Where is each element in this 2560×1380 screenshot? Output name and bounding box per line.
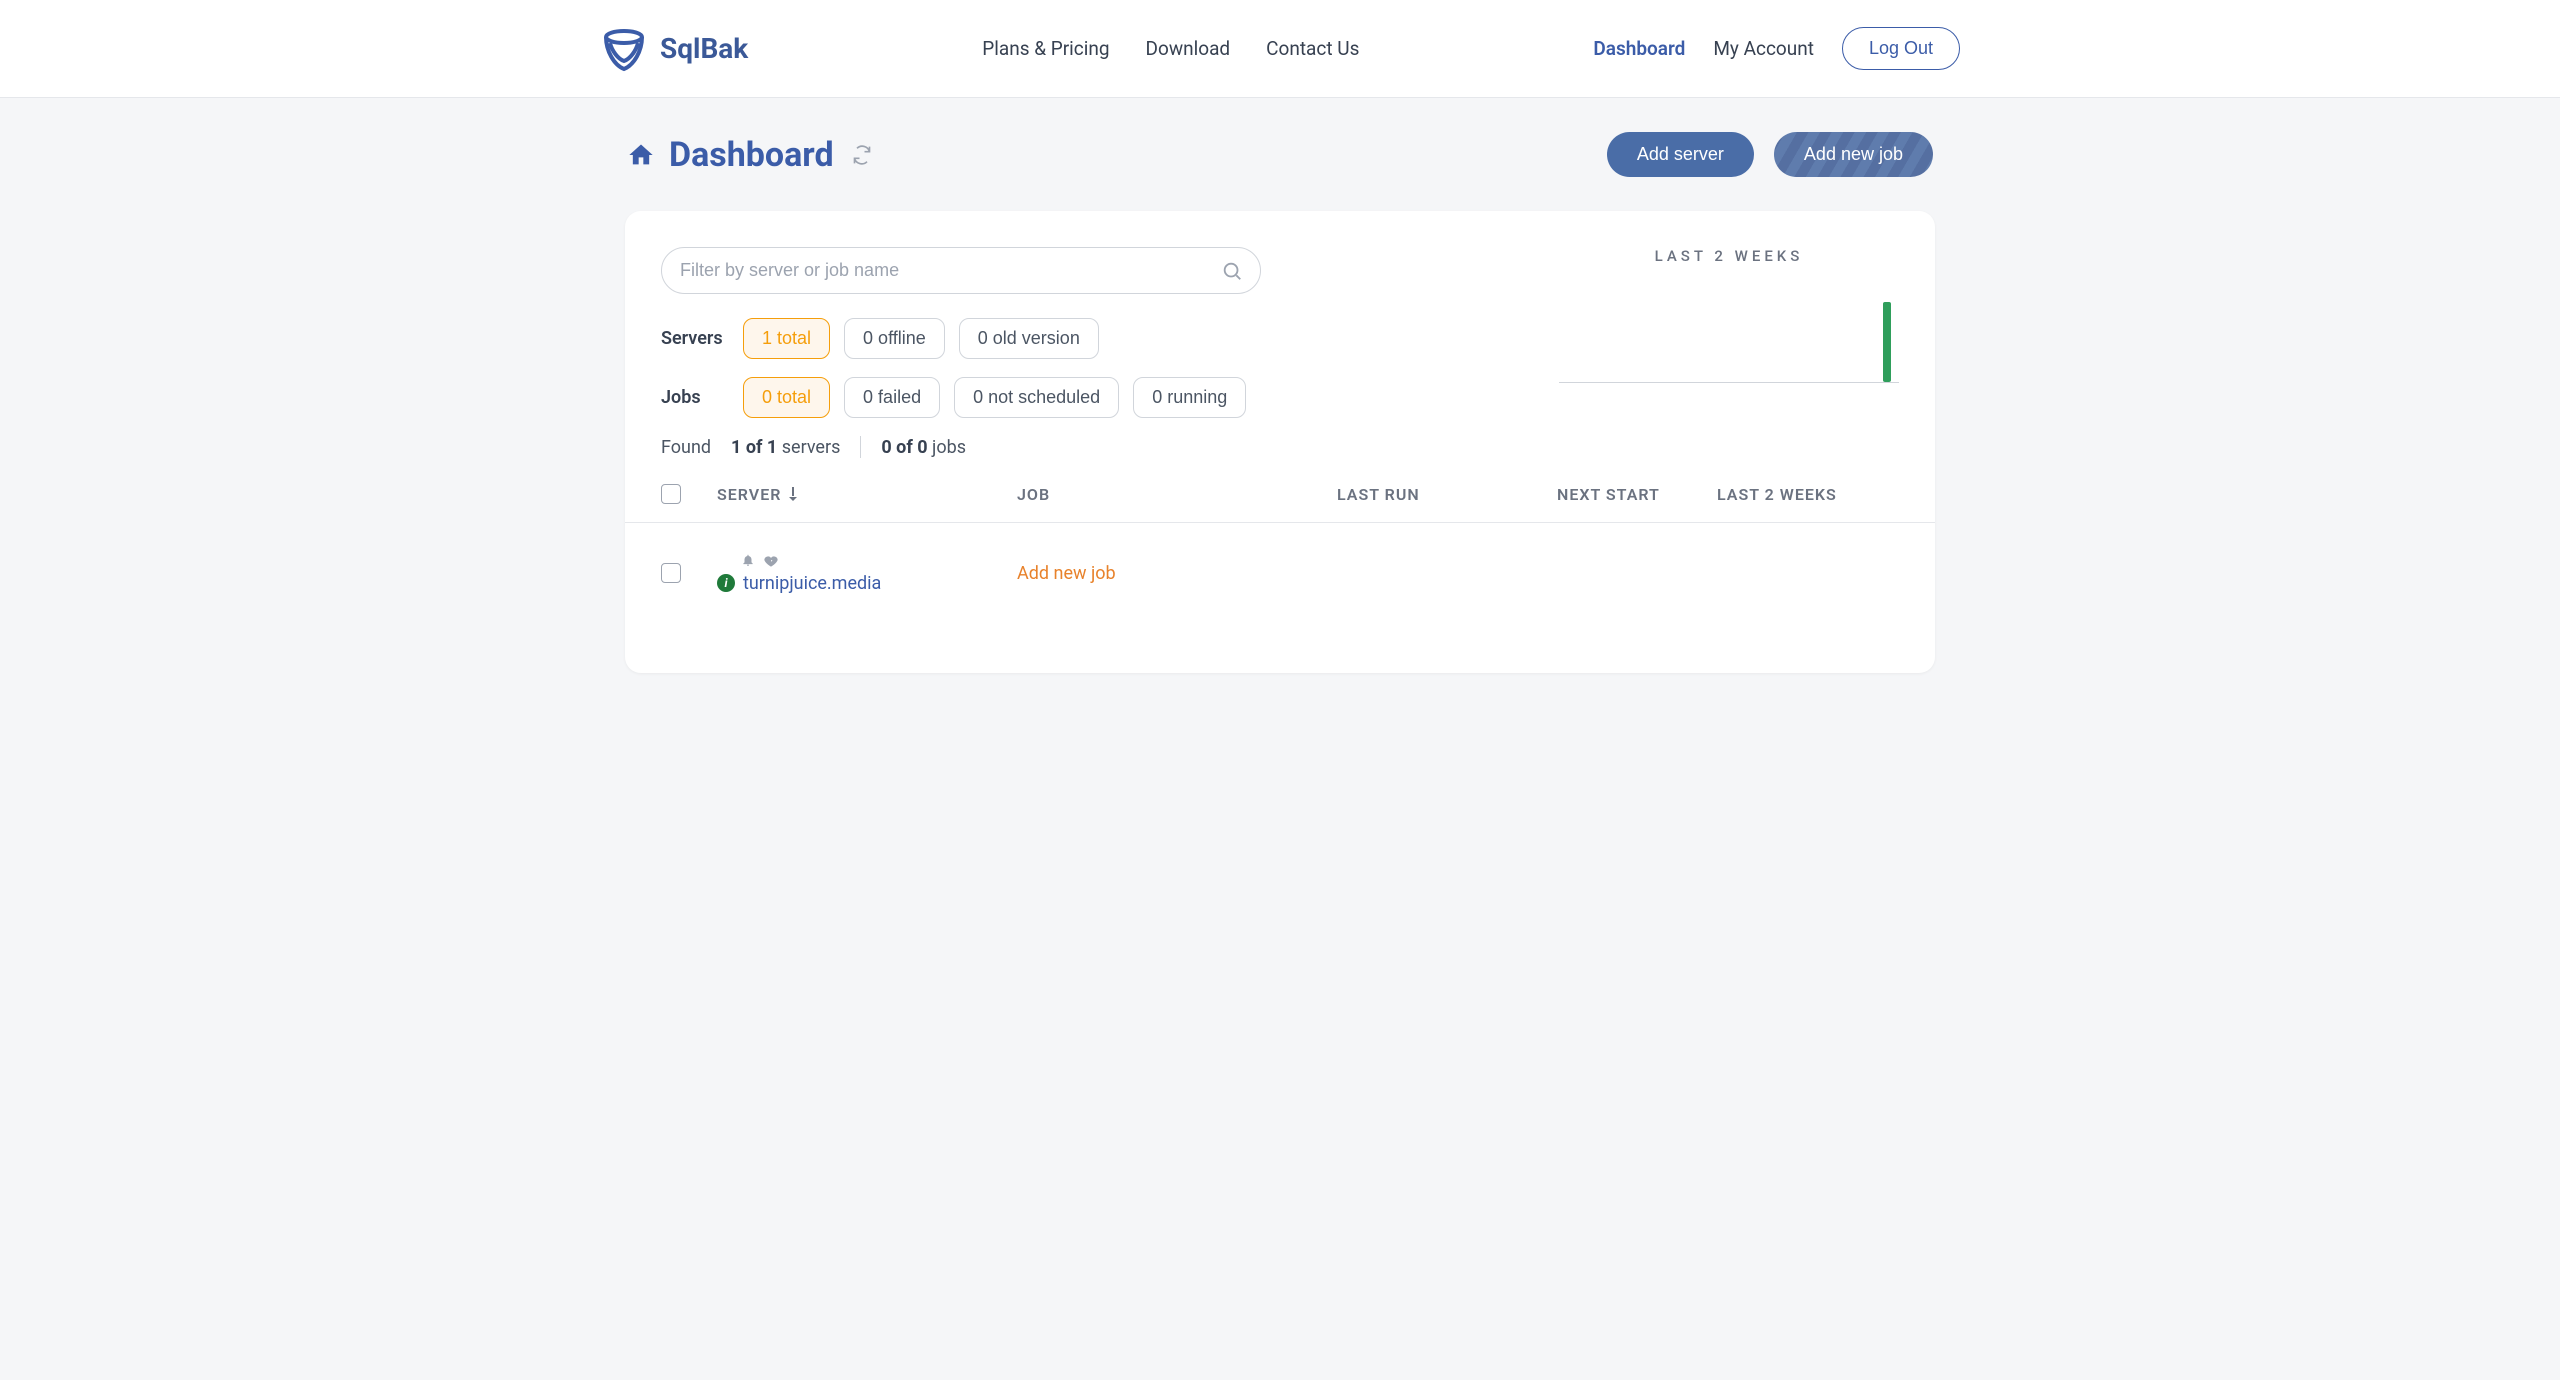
th-job[interactable]: JOB bbox=[1017, 485, 1337, 504]
refresh-icon[interactable] bbox=[848, 145, 872, 165]
chart-bar bbox=[1883, 302, 1891, 382]
th-last-run[interactable]: LAST RUN bbox=[1337, 485, 1557, 504]
jobs-notscheduled-pill[interactable]: 0 not scheduled bbox=[954, 377, 1119, 418]
found-row: Found 1 of 1 servers 0 of 0 jobs bbox=[661, 436, 1499, 458]
server-cell: i turnipjuice.media bbox=[717, 553, 1017, 594]
last-2-weeks-chart bbox=[1559, 283, 1899, 383]
card-bottom-padding bbox=[625, 623, 1935, 673]
found-separator bbox=[860, 436, 861, 458]
nav-plans-pricing[interactable]: Plans & Pricing bbox=[982, 37, 1109, 60]
top-header: SqlBak Plans & Pricing Download Contact … bbox=[0, 0, 2560, 98]
brand-name: SqlBak bbox=[660, 32, 748, 65]
jobs-running-pill[interactable]: 0 running bbox=[1133, 377, 1246, 418]
page-header: Dashboard Add server Add new job bbox=[625, 132, 1935, 177]
filters-area: Servers 1 total 0 offline 0 old version … bbox=[625, 211, 1935, 470]
filter-input-wrap bbox=[661, 247, 1261, 294]
server-name-row: i turnipjuice.media bbox=[717, 573, 1017, 594]
add-server-button[interactable]: Add server bbox=[1607, 132, 1754, 177]
nav-download[interactable]: Download bbox=[1146, 37, 1231, 60]
servers-filter-row: Servers 1 total 0 offline 0 old version bbox=[661, 318, 1499, 359]
brand-logo[interactable]: SqlBak bbox=[600, 25, 748, 73]
home-icon bbox=[627, 141, 655, 169]
heartbeat-icon bbox=[763, 553, 779, 567]
chart-title: LAST 2 WEEKS bbox=[1559, 247, 1899, 265]
table-row: i turnipjuice.media Add new job bbox=[625, 523, 1935, 623]
bell-icon bbox=[741, 553, 755, 567]
row-check-cell bbox=[661, 563, 717, 583]
found-servers-suffix: servers bbox=[777, 437, 840, 458]
nav-my-account[interactable]: My Account bbox=[1713, 37, 1814, 60]
select-all-checkbox[interactable] bbox=[661, 484, 681, 504]
jobs-total-pill[interactable]: 0 total bbox=[743, 377, 830, 418]
servers-filter-label: Servers bbox=[661, 328, 729, 349]
th-server[interactable]: SERVER bbox=[717, 485, 1017, 504]
found-servers: 1 of 1 servers bbox=[731, 437, 840, 458]
servers-offline-pill[interactable]: 0 offline bbox=[844, 318, 945, 359]
server-name-link[interactable]: turnipjuice.media bbox=[743, 573, 881, 594]
add-new-job-button[interactable]: Add new job bbox=[1774, 132, 1933, 177]
found-jobs-count: 0 of 0 bbox=[881, 437, 927, 458]
info-icon[interactable]: i bbox=[717, 574, 735, 592]
header-actions: Add server Add new job bbox=[1607, 132, 1933, 177]
main-content: Dashboard Add server Add new job Server bbox=[625, 98, 1935, 707]
server-status-icons bbox=[717, 553, 1017, 567]
nav-dashboard[interactable]: Dashboard bbox=[1593, 37, 1685, 60]
row-checkbox[interactable] bbox=[661, 563, 681, 583]
th-next-start[interactable]: NEXT START bbox=[1557, 485, 1717, 504]
servers-total-pill[interactable]: 1 total bbox=[743, 318, 830, 359]
add-new-job-link[interactable]: Add new job bbox=[1017, 563, 1116, 584]
logo-icon bbox=[600, 25, 648, 73]
jobs-filter-row: Jobs 0 total 0 failed 0 not scheduled 0 … bbox=[661, 377, 1499, 418]
found-servers-count: 1 of 1 bbox=[731, 437, 777, 458]
main-nav: Plans & Pricing Download Contact Us bbox=[748, 37, 1593, 60]
filter-input[interactable] bbox=[661, 247, 1261, 294]
th-server-label: SERVER bbox=[717, 485, 781, 504]
chart-panel: LAST 2 WEEKS bbox=[1559, 247, 1899, 458]
found-jobs-suffix: jobs bbox=[928, 437, 966, 458]
job-cell: Add new job bbox=[1017, 563, 1337, 584]
jobs-failed-pill[interactable]: 0 failed bbox=[844, 377, 940, 418]
page-title-wrap: Dashboard bbox=[627, 135, 872, 175]
found-jobs: 0 of 0 jobs bbox=[881, 437, 966, 458]
logout-button[interactable]: Log Out bbox=[1842, 27, 1960, 70]
found-label: Found bbox=[661, 437, 711, 458]
dashboard-card: Servers 1 total 0 offline 0 old version … bbox=[625, 211, 1935, 673]
jobs-filter-label: Jobs bbox=[661, 387, 729, 408]
user-nav: Dashboard My Account Log Out bbox=[1593, 27, 1960, 70]
filters-left: Servers 1 total 0 offline 0 old version … bbox=[661, 247, 1499, 458]
nav-contact[interactable]: Contact Us bbox=[1266, 37, 1359, 60]
page-title: Dashboard bbox=[669, 135, 834, 175]
servers-oldversion-pill[interactable]: 0 old version bbox=[959, 318, 1099, 359]
th-last-2-weeks[interactable]: LAST 2 WEEKS bbox=[1717, 485, 1899, 504]
table-header: SERVER JOB LAST RUN NEXT START LAST 2 WE… bbox=[625, 470, 1935, 523]
header-inner: SqlBak Plans & Pricing Download Contact … bbox=[600, 25, 1960, 73]
sort-down-icon bbox=[787, 487, 799, 501]
select-all-cell bbox=[661, 484, 717, 504]
